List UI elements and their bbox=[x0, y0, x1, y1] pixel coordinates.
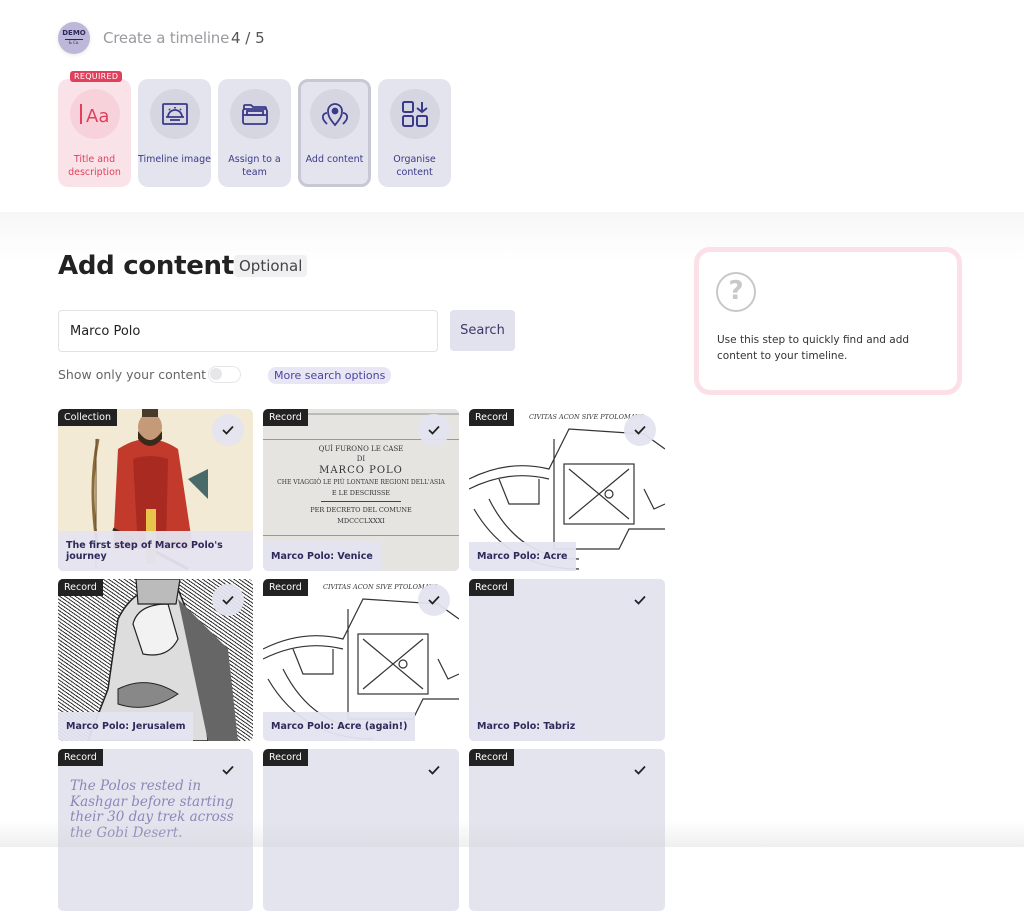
step-timeline-image[interactable]: Timeline image bbox=[138, 79, 211, 187]
card-caption: Marco Polo: Venice bbox=[263, 542, 381, 571]
checkmark-icon[interactable] bbox=[624, 754, 656, 786]
required-badge: REQUIRED bbox=[70, 71, 123, 82]
checkmark-icon[interactable] bbox=[624, 584, 656, 616]
content-type-badge: Record bbox=[469, 409, 514, 426]
result-card[interactable]: Collection The first step of Marco Polo'… bbox=[58, 409, 253, 571]
content-type-badge: Record bbox=[58, 749, 103, 766]
checkmark-icon[interactable] bbox=[624, 414, 656, 446]
content-type-badge: Record bbox=[58, 579, 103, 596]
step-label: Timeline image bbox=[138, 154, 212, 165]
card-caption: Marco Polo: Acre bbox=[469, 542, 576, 571]
help-text: Use this step to quickly find and add co… bbox=[717, 334, 910, 362]
toggle-knob bbox=[210, 368, 222, 380]
card-quote: The Polos rested in Kashgar before start… bbox=[70, 778, 234, 841]
plaque-line: QUÌ FURONO LE CASE bbox=[318, 445, 404, 453]
optional-badge: Optional bbox=[234, 255, 308, 277]
help-panel: ? Use this step to quickly find and add … bbox=[694, 247, 962, 395]
show-own-content-toggle[interactable] bbox=[208, 366, 241, 383]
result-card[interactable]: CIVITAS ACON SIVE PTOLOMAYS Record Marco… bbox=[263, 579, 459, 741]
step-label: Title and description bbox=[68, 154, 121, 178]
svg-text:Aa: Aa bbox=[86, 106, 109, 126]
show-own-content-label: Show only your content bbox=[58, 367, 207, 382]
plaque-line: DI bbox=[356, 455, 366, 463]
content-type-badge: Record bbox=[469, 579, 514, 596]
brand-logo: DEMO & Co. bbox=[58, 22, 90, 54]
card-caption: The first step of Marco Polo's journey bbox=[58, 531, 253, 571]
step-label: Assign to a team bbox=[228, 154, 281, 178]
step-title-description[interactable]: REQUIRED Aa Title and description bbox=[58, 71, 131, 187]
plaque-line: CHE VIAGGIÒ LE PIÙ LONTANE REGIONI DELL'… bbox=[277, 479, 445, 486]
wizard-step-counter: 4 / 5 bbox=[231, 29, 265, 47]
step-label: Add content bbox=[305, 154, 364, 165]
plaque-line: MDCCCLXXXI bbox=[337, 517, 385, 525]
checkmark-icon[interactable] bbox=[212, 584, 244, 616]
sunrise-image-icon bbox=[149, 89, 200, 139]
result-card[interactable]: CIVITAS ACON SIVE PTOLOMAYS Record Marco… bbox=[469, 409, 665, 571]
content-type-badge: Collection bbox=[58, 409, 117, 426]
result-card[interactable]: Record Marco Polo: Tabriz bbox=[469, 579, 665, 741]
wizard-title: Create a timeline bbox=[103, 29, 230, 47]
map-pins-icon bbox=[309, 89, 360, 139]
result-card[interactable]: Record bbox=[469, 749, 665, 911]
content-type-badge: Record bbox=[263, 749, 308, 766]
checkmark-icon[interactable] bbox=[212, 414, 244, 446]
brand-subtitle: & Co. bbox=[65, 39, 83, 46]
brand-name: DEMO bbox=[62, 29, 86, 37]
card-caption: Marco Polo: Jerusalem bbox=[58, 712, 194, 741]
search-input[interactable] bbox=[58, 310, 438, 352]
text-aa-icon: Aa bbox=[69, 89, 120, 139]
step-label: Organise content bbox=[393, 154, 436, 178]
search-button[interactable]: Search bbox=[450, 310, 515, 351]
result-card[interactable]: Record Marco Polo: Jerusalem bbox=[58, 579, 253, 741]
result-card[interactable]: QUÌ FURONO LE CASE DI MARCO POLO CHE VIA… bbox=[263, 409, 459, 571]
step-assign-team[interactable]: Assign to a team bbox=[218, 79, 291, 187]
plaque-line: MARCO POLO bbox=[319, 465, 403, 476]
wizard-header: DEMO & Co. Create a timeline 4 / 5 REQUI… bbox=[0, 0, 1024, 212]
content-type-badge: Record bbox=[469, 749, 514, 766]
results-grid: Collection The first step of Marco Polo'… bbox=[58, 409, 665, 911]
question-circle-icon: ? bbox=[716, 272, 756, 312]
step-organise-content[interactable]: Organise content bbox=[378, 79, 451, 187]
content-type-badge: Record bbox=[263, 579, 308, 596]
result-card[interactable]: Record bbox=[263, 749, 459, 911]
checkmark-icon[interactable] bbox=[418, 584, 450, 616]
more-search-options-link[interactable]: More search options bbox=[268, 367, 392, 384]
plaque-line: E LE DESCRISSE bbox=[331, 489, 391, 497]
plaque-line: PER DECRETO DEL COMUNE bbox=[310, 506, 412, 514]
step-add-content[interactable]: Add content bbox=[298, 79, 371, 187]
page-title: Add content bbox=[58, 251, 234, 281]
result-card[interactable]: Record The Polos rested in Kashgar befor… bbox=[58, 749, 253, 911]
folder-icon bbox=[229, 89, 280, 139]
checkmark-icon[interactable] bbox=[418, 754, 450, 786]
card-caption: Marco Polo: Acre (again!) bbox=[263, 712, 416, 741]
checkmark-icon[interactable] bbox=[418, 414, 450, 446]
wizard-steps: REQUIRED Aa Title and description Timeli… bbox=[58, 71, 451, 187]
card-caption: Marco Polo: Tabriz bbox=[469, 712, 584, 741]
grid-download-icon bbox=[389, 89, 440, 139]
content-type-badge: Record bbox=[263, 409, 308, 426]
